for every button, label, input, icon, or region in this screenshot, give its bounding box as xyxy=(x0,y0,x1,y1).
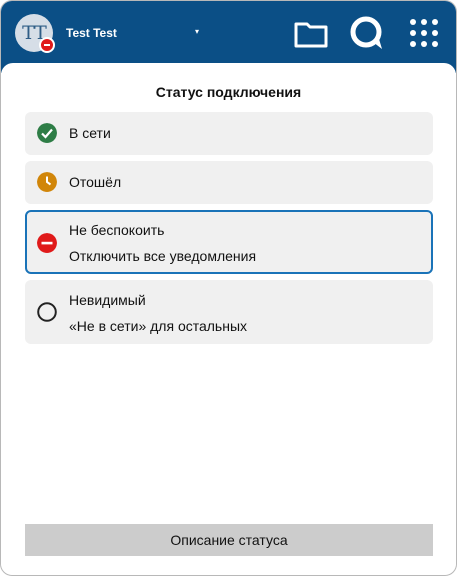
status-option-online[interactable]: В сети xyxy=(25,112,433,155)
status-label: Невидимый xyxy=(69,292,146,308)
minus-circle-icon xyxy=(37,233,57,253)
status-option-invisible[interactable]: Невидимый «Не в сети» для остальных xyxy=(25,280,433,344)
status-label: Отошёл xyxy=(69,174,122,190)
status-description: Отключить все уведомления xyxy=(69,248,257,264)
apps-grid-icon[interactable] xyxy=(407,16,443,52)
panel-title: Статус подключения xyxy=(155,84,302,100)
empty-circle-icon xyxy=(37,302,57,322)
status-panel: Статус подключения В сети Отошёл Не бесп… xyxy=(1,63,456,575)
search-chat-icon[interactable] xyxy=(349,15,385,51)
status-label: Не беспокоить xyxy=(69,222,165,238)
status-label: В сети xyxy=(69,125,111,141)
status-description: «Не в сети» для остальных xyxy=(69,318,248,334)
user-name[interactable]: Test Test xyxy=(66,26,117,40)
dnd-status-badge-icon xyxy=(39,37,55,53)
clock-icon xyxy=(37,172,57,192)
check-circle-icon xyxy=(37,123,57,143)
status-option-do-not-disturb[interactable]: Не беспокоить Отключить все уведомления xyxy=(25,210,433,274)
status-description-button[interactable]: Описание статуса xyxy=(25,524,433,556)
status-window: TT Test Test ▾ Статус подключения В сети… xyxy=(0,0,457,576)
folder-icon[interactable] xyxy=(293,16,329,52)
status-option-away[interactable]: Отошёл xyxy=(25,161,433,204)
chevron-down-icon[interactable]: ▾ xyxy=(195,27,199,36)
